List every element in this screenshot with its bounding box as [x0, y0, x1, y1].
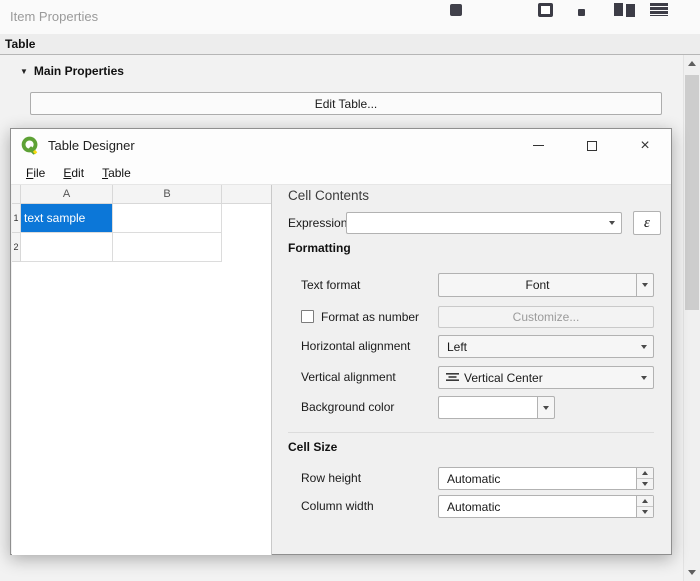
corner-header[interactable]: [12, 185, 21, 204]
scroll-down-button[interactable]: [684, 564, 700, 581]
panel-title: Item Properties: [10, 9, 98, 24]
maximize-button[interactable]: [575, 129, 609, 162]
section-divider: [288, 432, 654, 433]
close-icon: ×: [640, 138, 649, 154]
main-properties-group-header[interactable]: ▼ Main Properties: [20, 64, 124, 78]
spin-up-icon[interactable]: [637, 496, 653, 507]
spinner-buttons: [636, 496, 653, 517]
scroll-up-icon: [688, 61, 696, 66]
table-row: 2: [12, 233, 271, 262]
spinner-buttons: [636, 468, 653, 489]
column-header-b[interactable]: B: [113, 185, 222, 204]
column-width-value: Automatic: [439, 500, 636, 514]
scroll-up-button[interactable]: [684, 55, 700, 72]
cell-b1[interactable]: [113, 204, 222, 233]
cell-size-heading: Cell Size: [288, 440, 337, 454]
background-color-button[interactable]: [438, 396, 555, 419]
format-as-number-label: Format as number: [321, 306, 419, 328]
chevron-down-icon[interactable]: [636, 274, 653, 296]
table-section-header: Table: [0, 34, 700, 55]
cell-a1-selected[interactable]: text sample: [21, 204, 113, 233]
menu-table[interactable]: Table: [93, 163, 140, 183]
expression-builder-button[interactable]: ε: [633, 211, 661, 235]
text-format-font-button[interactable]: Font: [438, 273, 654, 297]
row-header-1[interactable]: 1: [12, 204, 21, 233]
text-format-label: Text format: [301, 273, 360, 297]
horizontal-alignment-select[interactable]: Left: [438, 335, 654, 358]
menu-edit[interactable]: Edit: [54, 163, 93, 183]
chevron-down-icon: [635, 345, 653, 349]
horizontal-alignment-value: Left: [439, 340, 635, 354]
cropped-toolbar-icon[interactable]: [450, 4, 462, 16]
header-filler: [222, 185, 271, 204]
table-row: 1 text sample: [12, 204, 271, 233]
chevron-down-icon: [635, 376, 653, 380]
table-designer-dialog: Table Designer × File Edit Table A B 1 t…: [10, 128, 672, 555]
menu-file[interactable]: File: [17, 163, 54, 183]
edit-table-button[interactable]: Edit Table...: [30, 92, 662, 115]
epsilon-icon: ε: [644, 215, 650, 232]
cell-a2[interactable]: [21, 233, 113, 262]
font-button-label: Font: [439, 278, 636, 292]
dialog-titlebar[interactable]: Table Designer ×: [11, 129, 671, 162]
cropped-toolbar-icon[interactable]: [538, 3, 553, 17]
minimize-button[interactable]: [521, 129, 555, 162]
expression-combobox[interactable]: [346, 212, 622, 234]
vertical-alignment-select[interactable]: Vertical Center: [438, 366, 654, 389]
menubar: File Edit Table: [11, 162, 671, 185]
qgis-logo-icon: [21, 136, 40, 155]
main-properties-label: Main Properties: [34, 64, 124, 78]
cell-b2[interactable]: [113, 233, 222, 262]
formatting-heading: Formatting: [288, 241, 351, 255]
background-color-label: Background color: [301, 396, 394, 419]
row-height-spinner[interactable]: Automatic: [438, 467, 654, 490]
maximize-icon: [587, 141, 597, 151]
spreadsheet-header-row: A B: [12, 185, 271, 204]
spreadsheet: A B 1 text sample 2: [12, 185, 272, 555]
minimize-icon: [533, 145, 544, 146]
chevron-down-icon[interactable]: [603, 221, 621, 225]
scrollbar-thumb[interactable]: [685, 75, 699, 310]
vertical-scrollbar[interactable]: [683, 55, 700, 581]
cropped-toolbar-icon[interactable]: [650, 3, 668, 16]
spin-down-icon[interactable]: [637, 507, 653, 517]
cropped-toolbar-icon[interactable]: [614, 3, 623, 16]
row-height-label: Row height: [301, 467, 361, 490]
format-as-number-checkbox[interactable]: [301, 310, 314, 323]
section-title: Table: [5, 37, 35, 51]
spin-down-icon[interactable]: [637, 479, 653, 489]
vertical-alignment-value: Vertical Center: [459, 371, 635, 385]
horizontal-alignment-label: Horizontal alignment: [301, 335, 410, 358]
vertical-center-icon: [446, 372, 459, 383]
column-width-spinner[interactable]: Automatic: [438, 495, 654, 518]
collapse-arrow-icon: ▼: [20, 67, 28, 76]
expression-label: Expression: [288, 211, 347, 235]
close-button[interactable]: ×: [628, 129, 662, 162]
dialog-title: Table Designer: [48, 138, 135, 153]
scroll-down-icon: [688, 570, 696, 575]
spin-up-icon[interactable]: [637, 468, 653, 479]
color-swatch: [439, 397, 537, 418]
vertical-alignment-label: Vertical alignment: [301, 366, 396, 389]
item-properties-titlebar: Item Properties: [0, 0, 700, 34]
row-height-value: Automatic: [439, 472, 636, 486]
cell-contents-heading: Cell Contents: [288, 188, 369, 203]
column-width-label: Column width: [301, 495, 374, 518]
expression-input[interactable]: [347, 216, 603, 230]
chevron-down-icon[interactable]: [537, 397, 554, 418]
cropped-toolbar-icon[interactable]: [578, 9, 585, 16]
row-header-2[interactable]: 2: [12, 233, 21, 262]
column-header-a[interactable]: A: [21, 185, 113, 204]
customize-button[interactable]: Customize...: [438, 306, 654, 328]
